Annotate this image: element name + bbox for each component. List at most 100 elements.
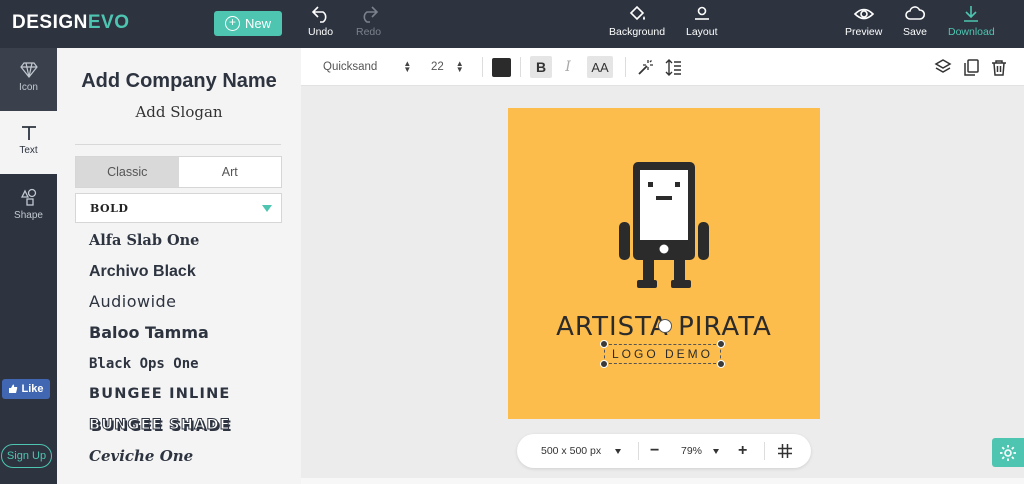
resize-handle[interactable] bbox=[717, 340, 725, 348]
rotate-handle-icon[interactable] bbox=[658, 319, 672, 333]
resize-handle[interactable] bbox=[600, 360, 608, 368]
add-company-name-button[interactable]: Add Company Name bbox=[57, 70, 301, 93]
logo-design-text: DESIGN bbox=[12, 12, 88, 33]
font-family-spinner-icon: ▲ ▼ bbox=[403, 59, 412, 74]
font-option[interactable]: Black Ops One bbox=[89, 354, 231, 385]
font-option[interactable]: Audiowide bbox=[89, 292, 231, 323]
download-button[interactable]: Download bbox=[948, 5, 995, 38]
toolbar-separator bbox=[520, 57, 521, 77]
font-option[interactable]: BUNGEE SHADE bbox=[89, 415, 231, 446]
paint-bucket-icon bbox=[629, 5, 646, 21]
designevo-logo[interactable]: DESIGNEVO bbox=[12, 12, 129, 34]
save-label: Save bbox=[903, 26, 927, 38]
font-category-select[interactable]: BOLD bbox=[75, 193, 282, 223]
grid-toggle-button[interactable] bbox=[778, 434, 792, 468]
font-family-select[interactable]: Quicksand ▲ ▼ bbox=[323, 48, 411, 86]
zoom-level-value: 79% bbox=[681, 445, 703, 457]
rail-tab-icon[interactable]: Icon bbox=[0, 48, 57, 111]
redo-label: Redo bbox=[356, 26, 382, 38]
text-effects-button[interactable] bbox=[637, 48, 654, 86]
new-button[interactable]: + New bbox=[214, 11, 282, 36]
preview-button[interactable]: Preview bbox=[845, 5, 882, 38]
text-panel: Add Company Name Add Slogan Classic Art … bbox=[57, 48, 301, 484]
text-color-swatch bbox=[492, 57, 511, 77]
trash-icon bbox=[992, 59, 1006, 76]
robot-phone-icon[interactable] bbox=[619, 162, 709, 288]
caret-down-icon bbox=[615, 448, 622, 454]
zoom-level-select[interactable]: 79% bbox=[681, 434, 720, 468]
font-style-tabs: Classic Art bbox=[75, 156, 282, 188]
undo-button[interactable]: Undo bbox=[308, 5, 333, 38]
font-family-value: Quicksand bbox=[323, 61, 378, 73]
undo-label: Undo bbox=[308, 26, 334, 38]
italic-button[interactable]: I bbox=[557, 56, 579, 78]
signup-button[interactable]: Sign Up bbox=[1, 444, 52, 468]
copy-icon bbox=[964, 58, 979, 76]
tagline-text[interactable]: LOGO DEMO bbox=[604, 344, 721, 364]
font-list: Alfa Slab One Archivo Black Audiowide Ba… bbox=[89, 231, 231, 477]
download-icon bbox=[964, 6, 979, 22]
settings-button[interactable] bbox=[992, 438, 1024, 467]
uppercase-button[interactable]: AA bbox=[587, 56, 613, 78]
grid-icon bbox=[778, 444, 792, 458]
cloud-icon bbox=[905, 6, 925, 20]
tab-classic[interactable]: Classic bbox=[76, 157, 179, 187]
font-option[interactable]: Baloo Tamma bbox=[89, 323, 231, 354]
new-button-label: New bbox=[244, 16, 271, 31]
undo-icon bbox=[311, 6, 327, 23]
save-button[interactable]: Save bbox=[903, 5, 927, 38]
resize-handle[interactable] bbox=[600, 340, 608, 348]
caret-down-icon bbox=[262, 205, 272, 212]
zoom-out-button[interactable]: − bbox=[650, 434, 659, 468]
tab-art[interactable]: Art bbox=[179, 157, 282, 187]
layout-button[interactable]: Layout bbox=[686, 5, 718, 38]
magic-wand-icon bbox=[638, 59, 653, 75]
zoom-in-button[interactable]: + bbox=[738, 434, 747, 468]
plus-circle-icon: + bbox=[224, 16, 240, 31]
resize-handle[interactable] bbox=[717, 360, 725, 368]
redo-button[interactable]: Redo bbox=[356, 5, 381, 38]
canvas-size-select[interactable]: 500 x 500 px bbox=[541, 434, 622, 468]
facebook-like-button[interactable]: Like bbox=[2, 379, 50, 399]
zoom-separator bbox=[638, 442, 639, 460]
logo-evo-text: EVO bbox=[87, 12, 130, 33]
line-spacing-button[interactable] bbox=[665, 48, 682, 86]
logo-canvas[interactable]: ARTISTA PIRATA LOGO DEMO bbox=[508, 108, 820, 419]
shapes-icon bbox=[20, 188, 36, 206]
font-option[interactable]: Ceviche One bbox=[89, 446, 231, 477]
toolbar-separator bbox=[482, 57, 483, 77]
text-color-picker[interactable] bbox=[492, 48, 511, 86]
bold-button[interactable]: B bbox=[530, 56, 552, 78]
gear-icon bbox=[1000, 444, 1016, 461]
canvas-size-value: 500 x 500 px bbox=[541, 445, 602, 457]
font-category-value: BOLD bbox=[90, 201, 129, 215]
preview-label: Preview bbox=[845, 26, 883, 38]
text-toolbar: Quicksand ▲ ▼ 22 ▲ ▼ B I AA bbox=[301, 48, 1024, 86]
layers-button[interactable] bbox=[934, 48, 952, 86]
like-label: Like bbox=[21, 383, 44, 395]
rail-tab-text[interactable]: Text bbox=[0, 111, 57, 174]
eye-icon bbox=[853, 8, 874, 20]
font-option[interactable]: Alfa Slab One bbox=[89, 231, 231, 262]
font-option[interactable]: Archivo Black bbox=[89, 262, 231, 293]
zoom-bar: 500 x 500 px − 79% + bbox=[517, 434, 811, 468]
font-size-select[interactable]: 22 ▲ ▼ bbox=[431, 48, 464, 86]
bottom-strip bbox=[301, 478, 1024, 484]
signup-label: Sign Up bbox=[6, 450, 47, 462]
font-option[interactable]: BUNGEE INLINE bbox=[89, 384, 231, 415]
caret-down-icon bbox=[713, 448, 720, 454]
duplicate-button[interactable] bbox=[963, 48, 980, 86]
background-button[interactable]: Background bbox=[609, 5, 665, 38]
font-size-spinner-icon: ▲ ▼ bbox=[455, 59, 464, 74]
redo-icon bbox=[363, 6, 378, 23]
thumbs-up-icon bbox=[9, 384, 18, 393]
rail-tab-shape[interactable]: Shape bbox=[0, 174, 57, 237]
add-slogan-button[interactable]: Add Slogan bbox=[57, 103, 301, 121]
text-t-icon bbox=[21, 126, 36, 140]
rail-shape-label: Shape bbox=[14, 210, 43, 221]
panel-divider bbox=[75, 144, 281, 145]
left-rail: Icon Text Shape Like Sign Up bbox=[0, 48, 57, 484]
delete-button[interactable] bbox=[991, 48, 1007, 86]
layout-label: Layout bbox=[686, 26, 718, 38]
toolbar-separator bbox=[625, 57, 626, 77]
